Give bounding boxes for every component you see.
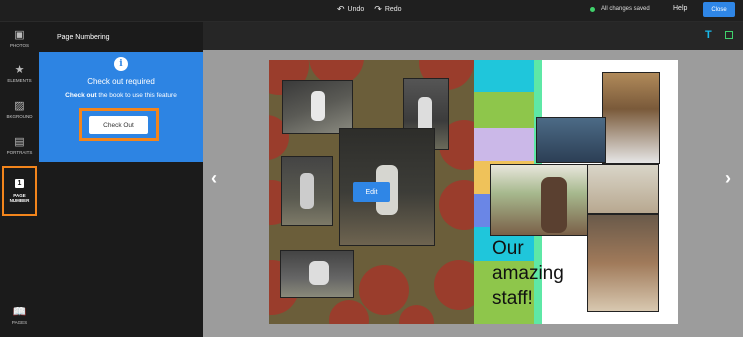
star-icon: ★ xyxy=(14,64,25,76)
status-dot-icon xyxy=(590,6,595,12)
book-spread xyxy=(269,60,678,324)
prev-page-arrow-icon[interactable]: ‹ xyxy=(211,168,217,189)
card-message: Check out the book to use this feature xyxy=(65,92,177,99)
nav-label: PORTRAITS xyxy=(6,150,33,155)
card-message-bold: Check out xyxy=(65,92,97,99)
save-status: All changes saved xyxy=(590,6,650,12)
caption-line: amazing xyxy=(492,263,564,284)
panel-title: Page Numbering xyxy=(57,33,110,41)
next-page-arrow-icon[interactable]: › xyxy=(725,168,731,189)
nav-label: PHOTOS xyxy=(10,43,29,48)
card-message-rest: the book to use this feature xyxy=(96,92,177,99)
nav-item-pages[interactable]: 📖 PAGES xyxy=(0,305,39,325)
checkout-card: i Check out required Check out the book … xyxy=(39,52,203,162)
redo-button[interactable]: ↷ Redo xyxy=(374,4,401,15)
nav-item-background[interactable]: ▨ BKGROUND xyxy=(0,100,39,120)
staff-photo[interactable] xyxy=(602,72,660,164)
help-link[interactable]: Help xyxy=(673,5,687,12)
nav-label: BKGROUND xyxy=(6,114,33,119)
undo-redo-group: ↶ Undo ↷ Redo xyxy=(337,4,402,15)
info-icon: i xyxy=(114,57,128,71)
caption-line: Our xyxy=(492,238,524,259)
decor-circle xyxy=(434,260,474,310)
nav-item-portraits[interactable]: ▤ PORTRAITS xyxy=(0,136,39,156)
staff-photo[interactable] xyxy=(490,164,589,236)
color-block xyxy=(474,128,534,161)
caption-line: staff! xyxy=(492,288,533,309)
canvas-toolbar: T xyxy=(203,22,743,50)
edit-button[interactable]: Edit xyxy=(353,182,390,202)
page-numbering-panel: Page Numbering i Check out required Chec… xyxy=(39,22,203,337)
card-title: Check out required xyxy=(87,77,155,86)
nav-item-elements[interactable]: ★ ELEMENTS xyxy=(0,64,39,84)
decor-circle xyxy=(399,305,434,324)
nav-item-photos[interactable]: ▣ PHOTOS xyxy=(0,29,39,49)
staff-photo[interactable] xyxy=(587,214,659,312)
redo-label: Redo xyxy=(384,6,402,13)
close-button[interactable]: Close xyxy=(703,2,735,17)
page-number-icon: 1 xyxy=(15,179,24,188)
staff-caption[interactable]: Our amazing staff! xyxy=(492,236,564,311)
background-icon: ▨ xyxy=(14,100,25,112)
nav-item-page-number[interactable]: 1 PAGE NUMBER xyxy=(2,166,37,216)
baseball-photo[interactable] xyxy=(280,250,354,298)
save-status-text: All changes saved xyxy=(601,6,650,12)
redo-icon: ↷ xyxy=(374,4,382,14)
decor-circle xyxy=(439,180,474,230)
nav-label: NUMBER xyxy=(9,198,30,203)
color-block xyxy=(474,92,534,128)
undo-button[interactable]: ↶ Undo xyxy=(337,4,364,15)
color-block xyxy=(474,60,534,92)
photos-icon: ▣ xyxy=(14,29,25,41)
shape-tool-icon[interactable] xyxy=(725,31,733,39)
undo-icon: ↶ xyxy=(337,4,345,14)
nav-label: PAGES xyxy=(11,320,28,325)
left-nav: ▣ PHOTOS ★ ELEMENTS ▨ BKGROUND ▤ PORTRAI… xyxy=(0,22,39,337)
staff-photo[interactable] xyxy=(587,164,659,214)
text-tool-icon[interactable]: T xyxy=(705,29,712,41)
nav-label: ELEMENTS xyxy=(7,78,32,83)
check-out-button[interactable]: Check Out xyxy=(89,116,148,134)
baseball-photo[interactable] xyxy=(282,80,353,134)
book-icon: 📖 xyxy=(12,306,27,318)
baseball-photo[interactable] xyxy=(281,156,333,226)
decor-circle xyxy=(359,265,409,315)
portraits-icon: ▤ xyxy=(14,136,25,148)
undo-label: Undo xyxy=(347,6,365,13)
staff-photo[interactable] xyxy=(536,117,606,163)
top-bar: ↶ Undo ↷ Redo All changes saved Help Clo… xyxy=(0,0,743,22)
